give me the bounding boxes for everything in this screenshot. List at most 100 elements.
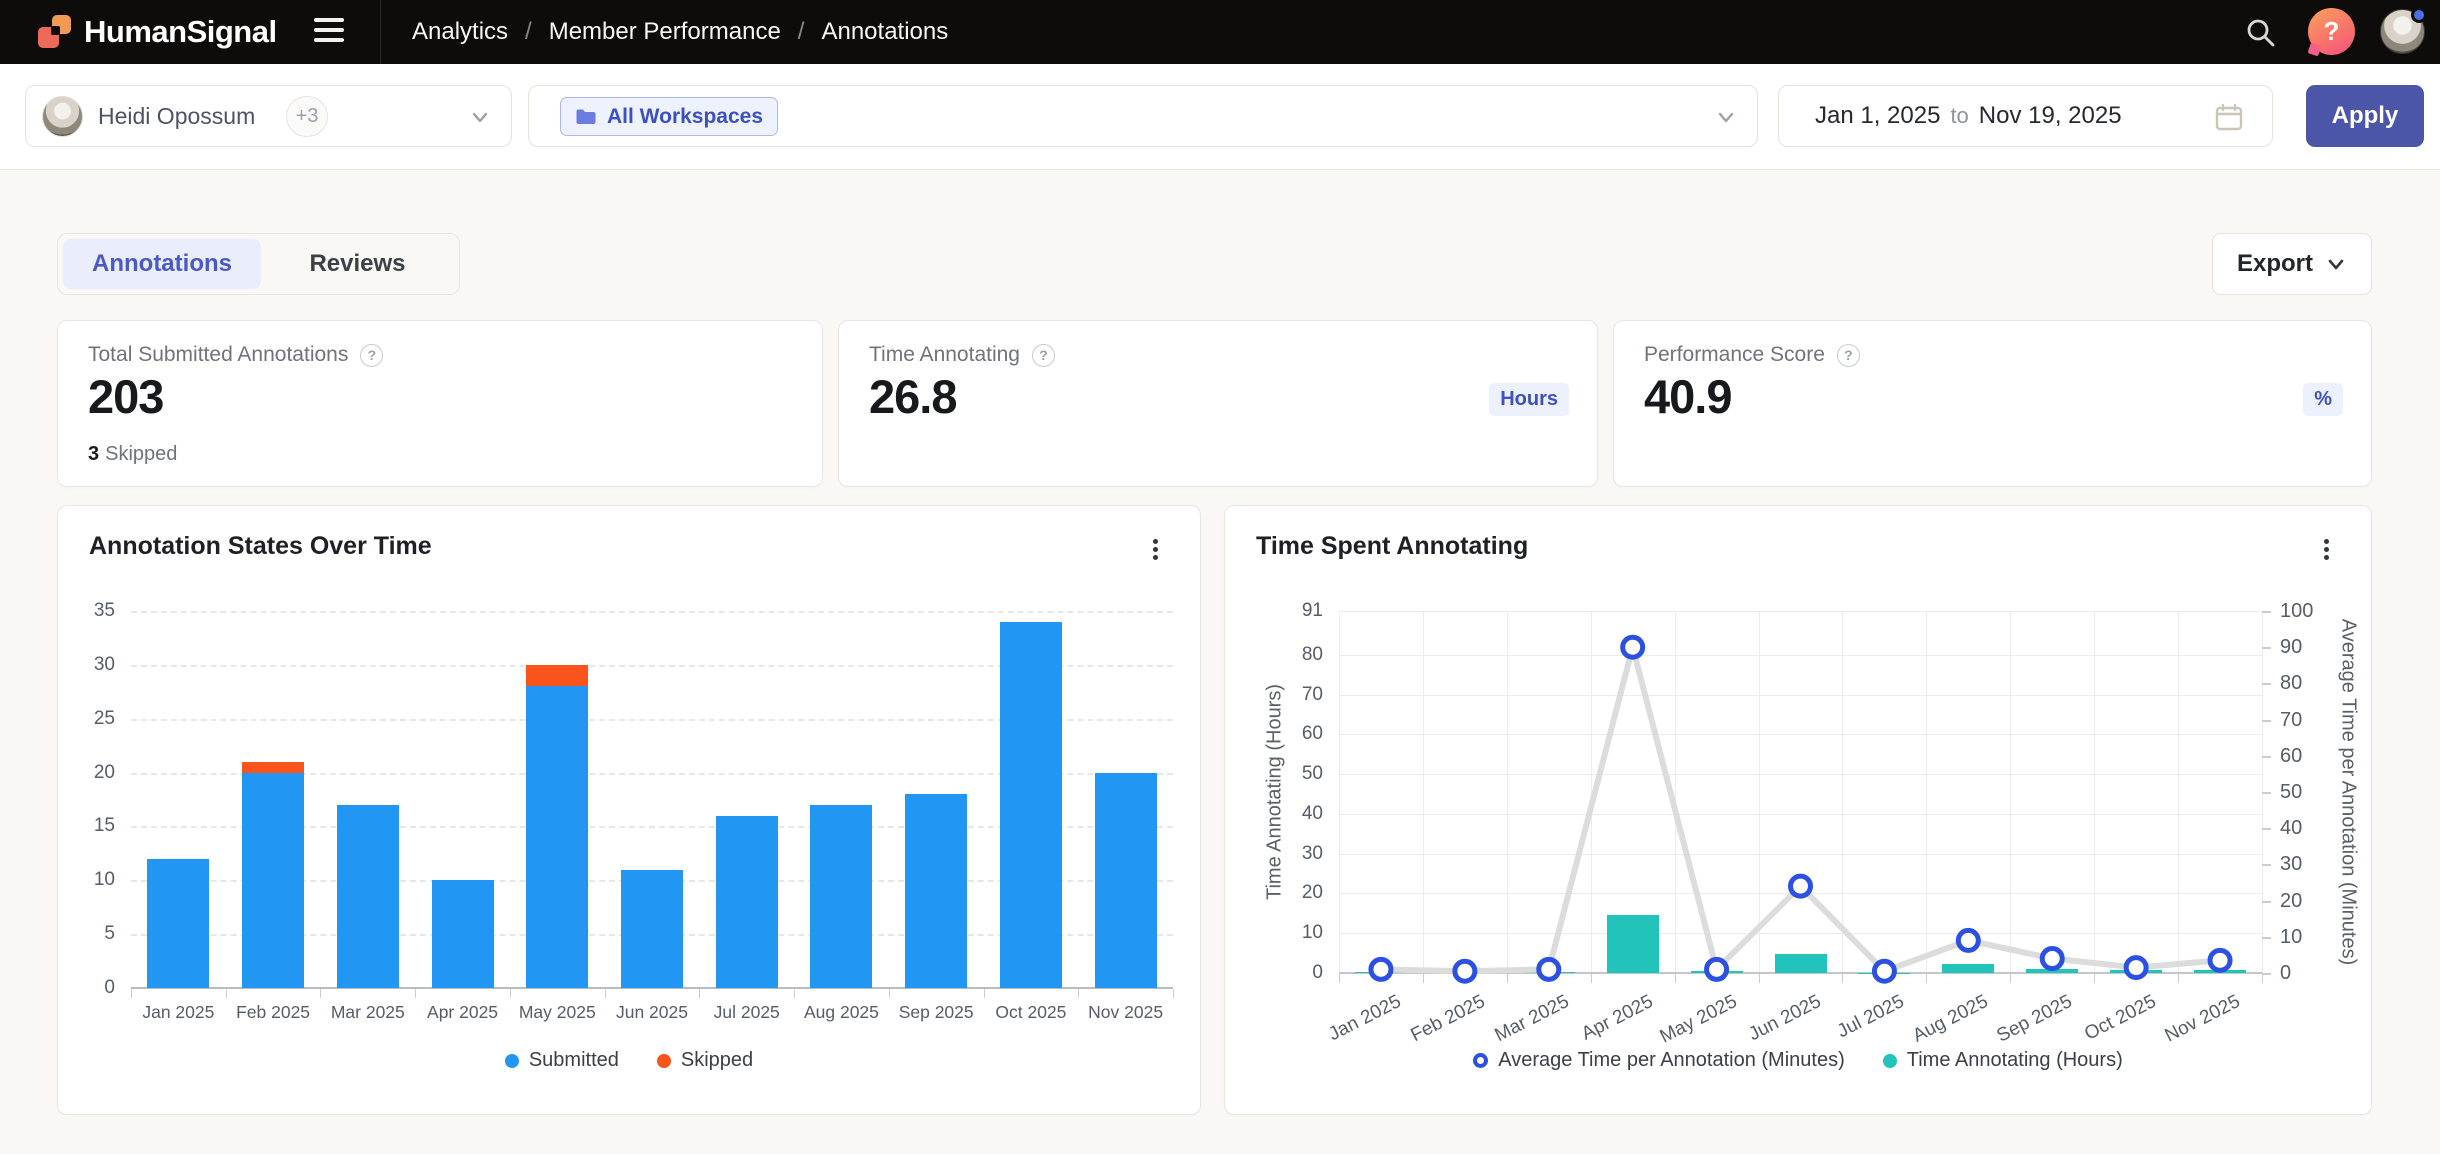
- axis-tick: [2262, 864, 2271, 866]
- apply-button[interactable]: Apply: [2306, 85, 2424, 147]
- axis-tick: [1423, 974, 1424, 983]
- help-icon[interactable]: ?: [2308, 8, 2355, 55]
- stat-card-time-annotating: Time Annotating ? 26.8 Hours: [838, 320, 1598, 487]
- filter-bar: Heidi Opossum +3 All Workspaces Jan 1, 2…: [0, 64, 2440, 170]
- left-axis-tick: 60: [1302, 723, 1323, 745]
- breadcrumb-analytics[interactable]: Analytics: [412, 18, 508, 46]
- tab-annotations[interactable]: Annotations: [63, 239, 261, 289]
- y-axis-tick: 35: [94, 600, 115, 622]
- axis-tick: [699, 989, 700, 998]
- right-axis-tick: 30: [2280, 853, 2302, 875]
- workspace-chip-label: All Workspaces: [607, 105, 763, 129]
- legend-label: Average Time per Annotation (Minutes): [1498, 1049, 1844, 1072]
- bar-submitted: [1095, 773, 1157, 988]
- kebab-menu-icon[interactable]: [1144, 534, 1166, 570]
- x-axis-label: Oct 2025: [984, 1002, 1079, 1023]
- bar-submitted: [526, 686, 588, 988]
- axis-tick: [510, 989, 511, 998]
- data-point-marker: [1707, 959, 1727, 979]
- y-axis-tick: 10: [94, 869, 115, 891]
- breadcrumb-member-performance[interactable]: Member Performance: [549, 18, 781, 46]
- workspace-select[interactable]: All Workspaces: [528, 85, 1758, 147]
- stat-title: Total Submitted Annotations: [88, 343, 348, 367]
- right-axis-tick: 40: [2280, 817, 2302, 839]
- bar-submitted: [905, 794, 967, 988]
- breadcrumb: Analytics / Member Performance / Annotat…: [412, 0, 948, 64]
- left-axis-tick: 30: [1302, 843, 1323, 865]
- stat-value: 203: [88, 369, 163, 424]
- user-avatar[interactable]: [2380, 9, 2425, 54]
- bar-submitted: [432, 880, 494, 988]
- folder-icon: [575, 107, 597, 126]
- axis-tick: [2262, 901, 2271, 903]
- axis-tick: [131, 989, 132, 998]
- left-axis-tick: 70: [1302, 684, 1323, 706]
- combo-chart-plot: 0102030405060708091010203040506070809010…: [1339, 611, 2262, 973]
- left-axis-tick: 40: [1302, 803, 1323, 825]
- hamburger-menu-icon[interactable]: [314, 18, 348, 46]
- legend-item-average-time[interactable]: Average Time per Annotation (Minutes): [1473, 1049, 1844, 1072]
- unit-badge: %: [2303, 383, 2343, 416]
- axis-tick: [2262, 974, 2263, 983]
- bar-submitted: [621, 870, 683, 988]
- chevron-down-icon: [1715, 106, 1737, 128]
- date-separator: to: [1940, 103, 1978, 128]
- legend-dot: [657, 1054, 671, 1068]
- axis-tick: [2262, 973, 2271, 975]
- help-icon[interactable]: ?: [1837, 344, 1860, 367]
- export-label: Export: [2237, 250, 2313, 278]
- right-axis-tick: 0: [2280, 962, 2291, 984]
- axis-tick: [1926, 974, 1927, 983]
- legend-label: Submitted: [529, 1049, 619, 1072]
- average-time-line: [1339, 611, 2262, 973]
- left-axis-title: Time Annotating (Hours): [1264, 684, 1287, 900]
- brand-title: HumanSignal: [84, 0, 277, 64]
- left-axis-tick: 20: [1302, 882, 1323, 904]
- axis-tick: [1675, 974, 1676, 983]
- breadcrumb-annotations[interactable]: Annotations: [821, 18, 948, 46]
- axis-tick: [1591, 974, 1592, 983]
- data-point-marker: [1371, 959, 1391, 979]
- axis-tick: [226, 989, 227, 998]
- tab-reviews[interactable]: Reviews: [261, 239, 454, 289]
- export-button[interactable]: Export: [2212, 233, 2372, 295]
- x-axis-label: Sep 2025: [889, 1002, 984, 1023]
- stat-title: Time Annotating: [869, 343, 1020, 367]
- bar-submitted: [1000, 622, 1062, 988]
- bar-submitted: [810, 805, 872, 988]
- legend-item-submitted[interactable]: Submitted: [505, 1049, 619, 1072]
- x-axis-label: Jun 2025: [605, 1002, 700, 1023]
- tab-group: Annotations Reviews: [57, 233, 460, 295]
- member-extra-badge: +3: [286, 96, 328, 137]
- left-axis-tick: 91: [1302, 600, 1323, 622]
- help-icon[interactable]: ?: [1032, 344, 1055, 367]
- stat-card-total-submitted: Total Submitted Annotations ? 203 3Skipp…: [57, 320, 823, 487]
- x-axis-label: Aug 2025: [794, 1002, 889, 1023]
- legend-dot: [505, 1054, 519, 1068]
- axis-tick: [2262, 937, 2271, 939]
- axis-tick: [2262, 611, 2271, 613]
- member-select[interactable]: Heidi Opossum +3: [25, 85, 512, 147]
- left-axis-tick: 80: [1302, 644, 1323, 666]
- unit-badge: Hours: [1489, 383, 1569, 416]
- chart-title: Time Spent Annotating: [1256, 532, 1528, 561]
- bar-chart-plot: 05101520253035Jan 2025Feb 2025Mar 2025Ap…: [131, 611, 1173, 988]
- kebab-menu-icon[interactable]: [2315, 534, 2337, 570]
- legend-item-time-annotating[interactable]: Time Annotating (Hours): [1883, 1049, 2123, 1072]
- help-icon[interactable]: ?: [360, 344, 383, 367]
- axis-tick: [2262, 720, 2271, 722]
- right-axis-title: Average Time per Annotation (Minutes): [2337, 619, 2360, 965]
- left-axis-tick: 50: [1302, 763, 1323, 785]
- legend-label: Skipped: [681, 1049, 753, 1072]
- legend-item-skipped[interactable]: Skipped: [657, 1049, 753, 1072]
- data-point-marker: [2126, 958, 2146, 978]
- x-axis-label: Jul 2025: [699, 1002, 794, 1023]
- bar-skipped: [526, 665, 588, 687]
- stat-footnote: 3Skipped: [88, 443, 177, 466]
- axis-tick: [1842, 974, 1843, 983]
- date-range-picker[interactable]: Jan 1, 2025toNov 19, 2025: [1778, 85, 2273, 147]
- workspace-chip[interactable]: All Workspaces: [560, 97, 778, 136]
- search-icon[interactable]: [2244, 16, 2278, 50]
- skipped-count: 3: [88, 443, 99, 465]
- axis-tick: [2178, 974, 2179, 983]
